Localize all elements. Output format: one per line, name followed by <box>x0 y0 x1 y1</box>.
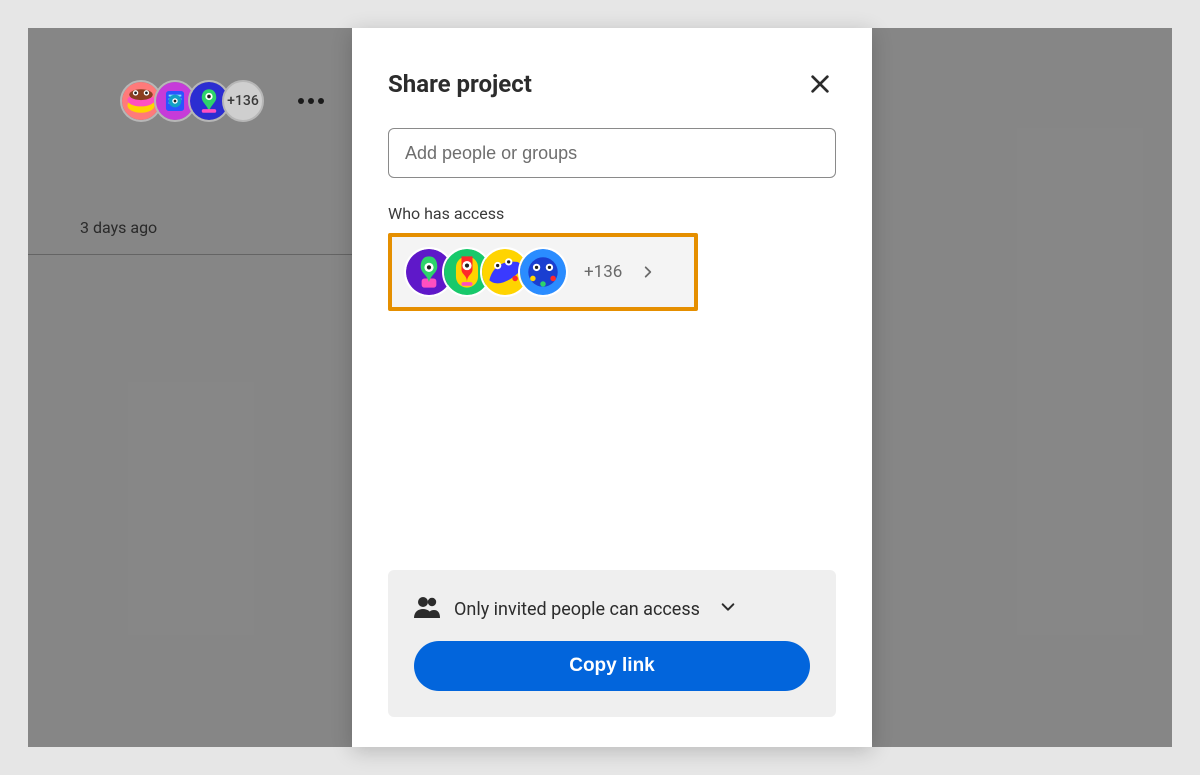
add-people-input[interactable] <box>388 128 836 178</box>
people-icon <box>414 596 440 623</box>
share-project-dialog: Share project Who has access +136 <box>352 28 872 747</box>
dialog-footer: Only invited people can access Copy link <box>388 570 836 717</box>
collaborator-avatars-header: +136 <box>120 80 324 122</box>
copy-link-button[interactable]: Copy link <box>414 641 810 691</box>
access-level-dropdown[interactable]: Only invited people can access <box>414 592 810 641</box>
access-level-label: Only invited people can access <box>454 599 700 620</box>
who-has-access-label: Who has access <box>388 204 836 223</box>
close-icon <box>809 73 831 95</box>
who-has-access-row[interactable]: +136 <box>388 233 698 311</box>
overflow-count: +136 <box>227 93 259 109</box>
close-button[interactable] <box>804 68 836 100</box>
more-horizontal-icon[interactable] <box>298 98 324 104</box>
chevron-down-icon <box>720 599 736 620</box>
access-overflow-count: +136 <box>584 262 622 282</box>
copy-link-label: Copy link <box>569 655 655 676</box>
avatar <box>518 247 568 297</box>
dialog-title: Share project <box>388 70 532 98</box>
dialog-header: Share project <box>388 68 836 100</box>
avatar-overflow-badge[interactable]: +136 <box>222 80 264 122</box>
access-avatars <box>404 247 568 297</box>
timestamp: 3 days ago <box>80 218 157 237</box>
divider <box>28 254 352 255</box>
chevron-right-icon <box>638 262 658 282</box>
